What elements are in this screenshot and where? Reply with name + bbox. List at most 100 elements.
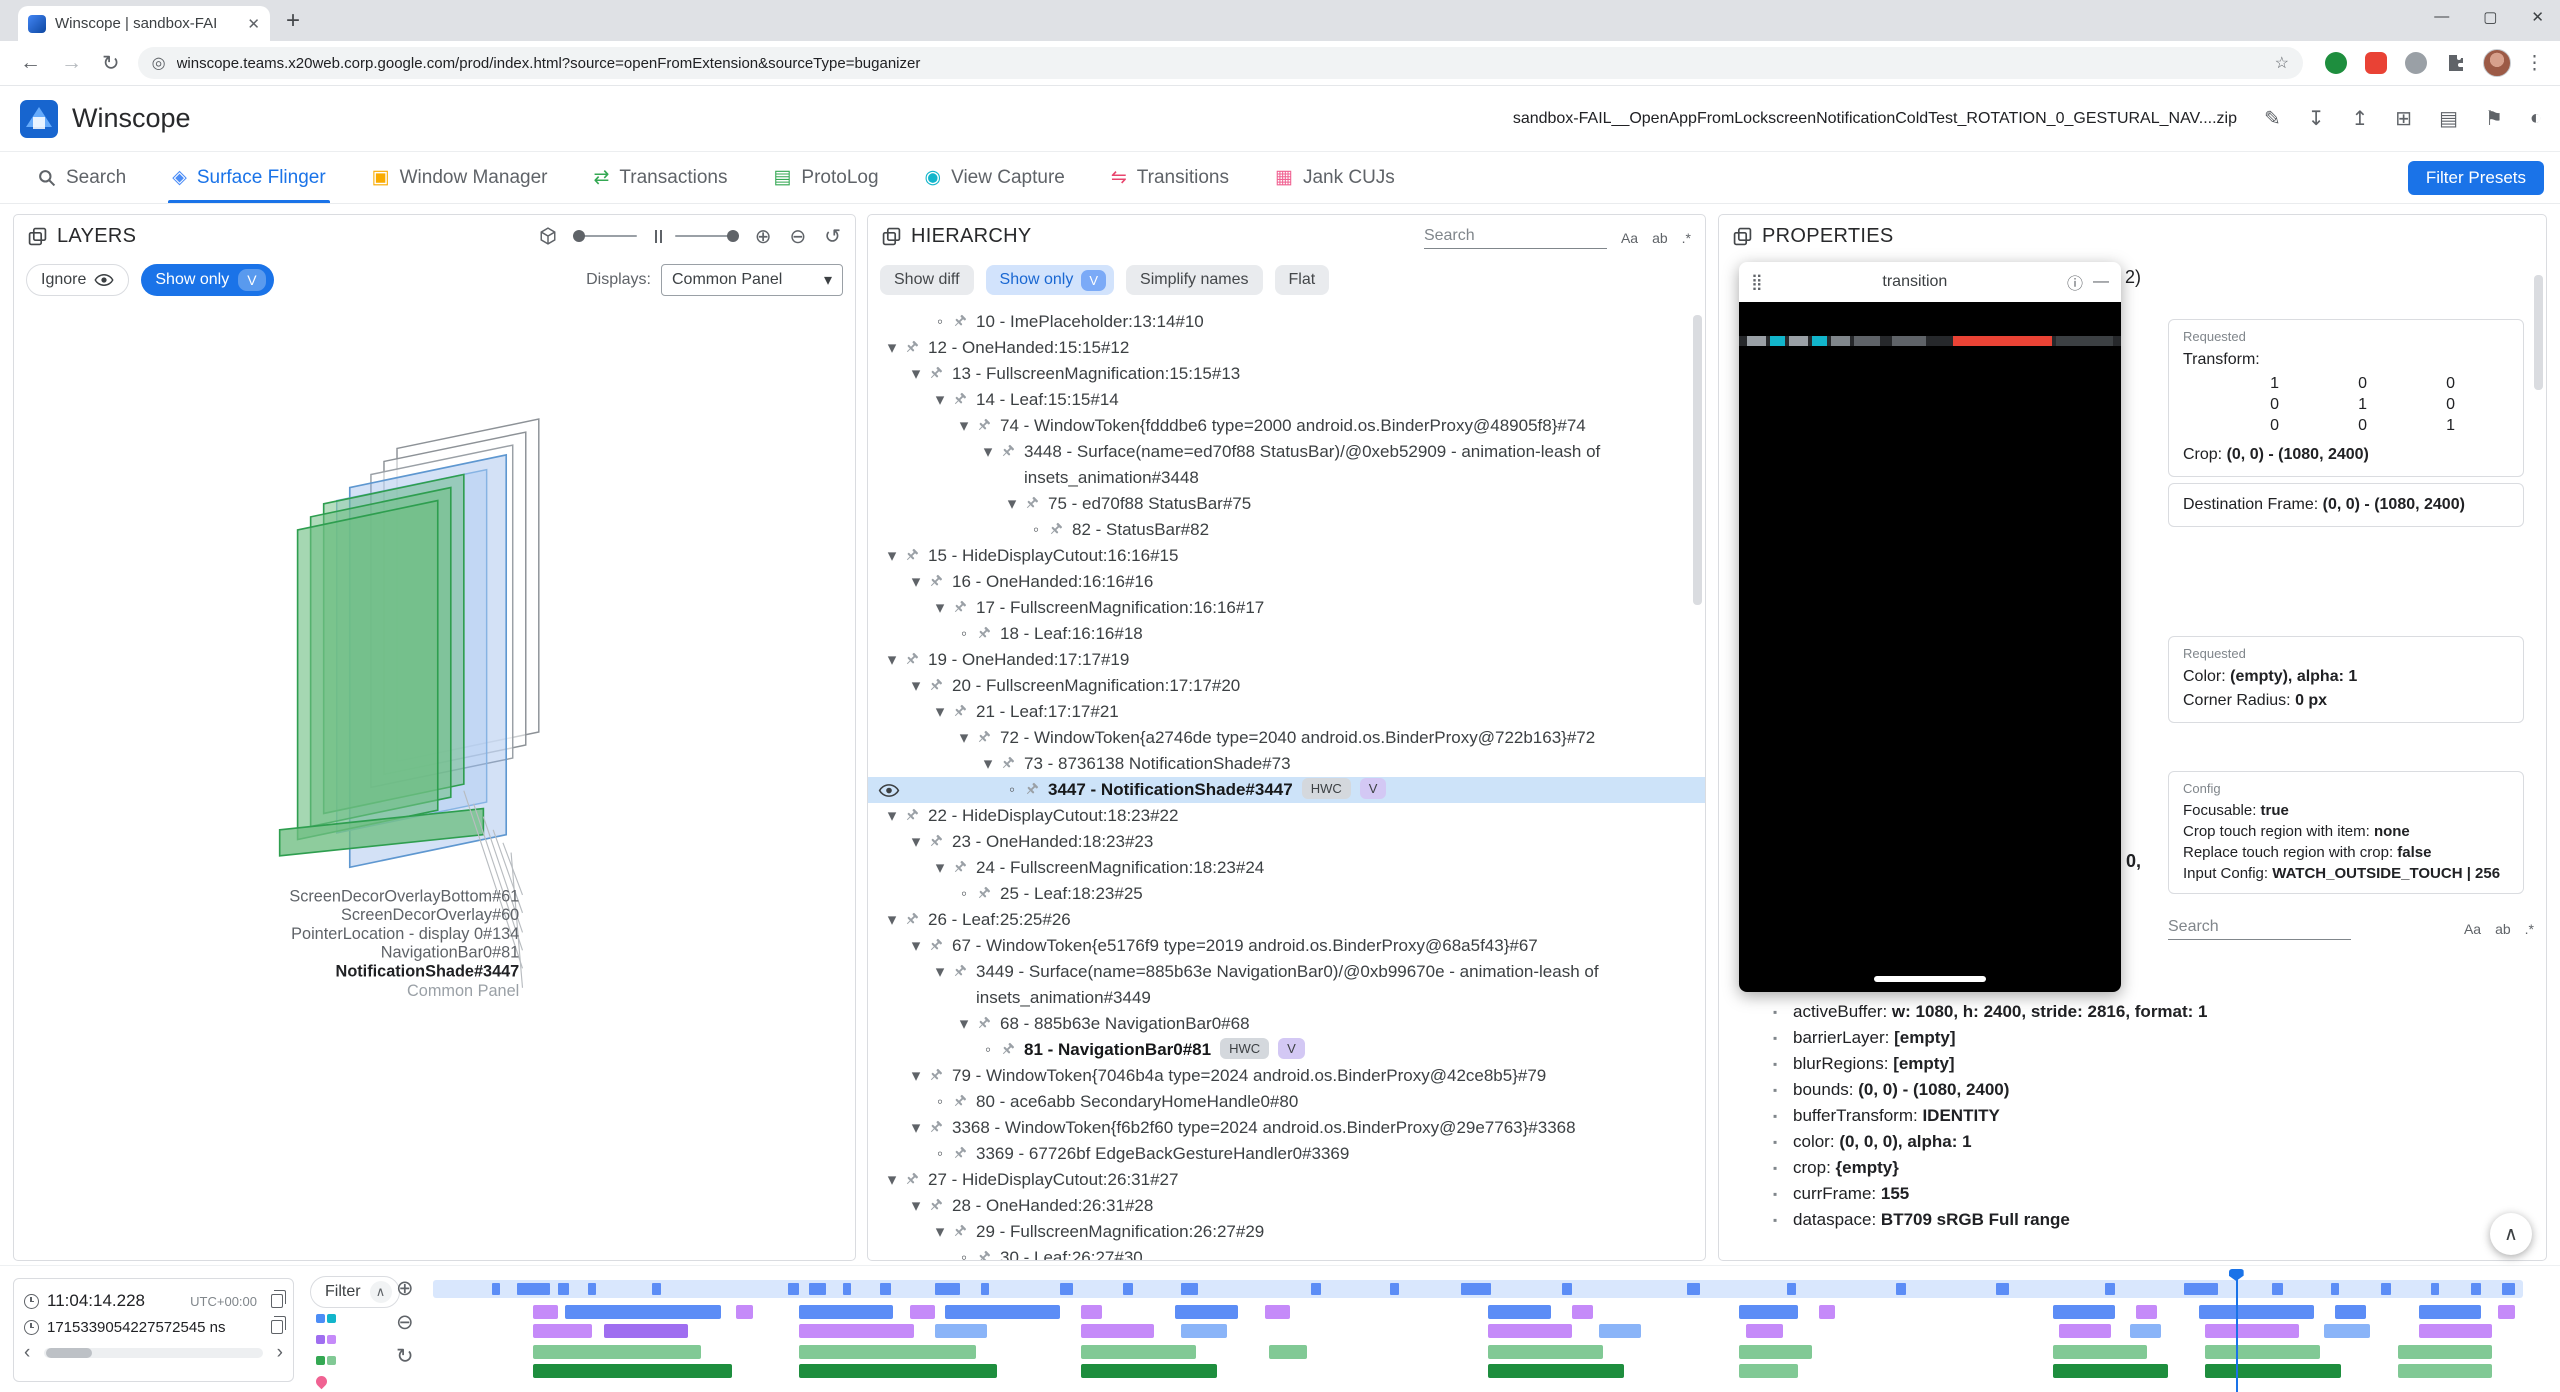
tree-node[interactable]: ▾3368 - WindowToken{f6b2f60 type=2024 an… bbox=[868, 1115, 1705, 1141]
trace-segment[interactable] bbox=[1081, 1345, 1196, 1359]
pin-icon[interactable] bbox=[952, 1224, 967, 1239]
collapse-arrow-icon[interactable]: ▾ bbox=[930, 855, 950, 881]
flat-button[interactable]: Flat bbox=[1275, 265, 1330, 295]
trace-segment[interactable] bbox=[910, 1305, 935, 1319]
match-word-icon[interactable]: ab bbox=[2495, 921, 2511, 940]
zoom-in-icon[interactable]: ⊕ bbox=[755, 224, 772, 249]
trace-segment[interactable] bbox=[1081, 1305, 1102, 1319]
pin-icon[interactable] bbox=[904, 340, 919, 355]
pin-icon[interactable] bbox=[952, 860, 967, 875]
tree-node[interactable]: ◦25 - Leaf:18:23#25 bbox=[868, 881, 1705, 907]
tree-node[interactable]: ◦18 - Leaf:16:16#18 bbox=[868, 621, 1705, 647]
pin-icon[interactable] bbox=[928, 834, 943, 849]
edit-icon[interactable]: ✎ bbox=[2264, 106, 2281, 131]
timeline-track-surface-flinger[interactable] bbox=[433, 1304, 2523, 1320]
collapse-arrow-icon[interactable]: ▾ bbox=[906, 933, 926, 959]
tree-node[interactable]: ▾27 - HideDisplayCutout:26:31#27 bbox=[868, 1167, 1705, 1193]
pin-icon[interactable] bbox=[952, 392, 967, 407]
trace-segment[interactable] bbox=[1599, 1324, 1641, 1338]
tree-node[interactable]: ▾67 - WindowToken{e5176f9 type=2019 andr… bbox=[868, 933, 1705, 959]
pin-icon[interactable] bbox=[928, 1198, 943, 1213]
hierarchy-search-input[interactable] bbox=[1424, 224, 1607, 249]
trace-segment[interactable] bbox=[1175, 1305, 1238, 1319]
window-close-icon[interactable]: ✕ bbox=[2531, 8, 2544, 26]
pin-icon[interactable] bbox=[928, 678, 943, 693]
pin-icon[interactable] bbox=[976, 886, 991, 901]
property-row[interactable]: ▪color: (0, 0, 0), alpha: 1 bbox=[1719, 1129, 2546, 1155]
scroll-to-top-button[interactable]: ∧ bbox=[2490, 1213, 2532, 1255]
match-case-icon[interactable]: Aa bbox=[1621, 230, 1638, 249]
tree-node[interactable]: ▾21 - Leaf:17:17#21 bbox=[868, 699, 1705, 725]
collapse-arrow-icon[interactable]: ▾ bbox=[906, 569, 926, 595]
copy-time-icon[interactable] bbox=[271, 1294, 283, 1308]
tree-node[interactable]: ▾15 - HideDisplayCutout:16:16#15 bbox=[868, 543, 1705, 569]
trace-segment[interactable] bbox=[945, 1305, 1060, 1319]
window-minimize-icon[interactable]: — bbox=[2434, 8, 2449, 26]
extensions-puzzle-icon[interactable] bbox=[2445, 53, 2465, 73]
pin-icon[interactable] bbox=[928, 366, 943, 381]
show-only-visible-toggle[interactable]: Show only V bbox=[141, 264, 273, 296]
pin-icon[interactable] bbox=[952, 1094, 967, 1109]
report-bug-icon[interactable]: ⚑ bbox=[2485, 106, 2503, 131]
tree-node[interactable]: ▾3449 - Surface(name=885b63e NavigationB… bbox=[868, 959, 1705, 1011]
trace-segment[interactable] bbox=[2053, 1364, 2168, 1378]
collapse-arrow-icon[interactable]: ▾ bbox=[906, 673, 926, 699]
trace-segment[interactable] bbox=[2136, 1305, 2157, 1319]
shortcuts-icon[interactable]: ⊞ bbox=[2395, 106, 2412, 131]
regex-icon[interactable]: .* bbox=[2525, 921, 2534, 940]
tree-node[interactable]: ◦80 - ace6abb SecondaryHomeHandle0#80 bbox=[868, 1089, 1705, 1115]
tree-node[interactable]: ▾16 - OneHanded:16:16#16 bbox=[868, 569, 1705, 595]
mini-scrollbar-thumb[interactable] bbox=[46, 1348, 92, 1358]
pin-icon[interactable] bbox=[1024, 782, 1039, 797]
tree-node[interactable]: ▾74 - WindowToken{fdddbe6 type=2000 andr… bbox=[868, 413, 1705, 439]
pin-icon[interactable] bbox=[952, 704, 967, 719]
pin-icon[interactable] bbox=[1000, 444, 1015, 459]
property-row[interactable]: ▪crop: {empty} bbox=[1719, 1155, 2546, 1181]
timeline-filter-button[interactable]: Filter ∧ bbox=[310, 1276, 400, 1308]
collapse-arrow-icon[interactable]: ▾ bbox=[954, 413, 974, 439]
collapse-arrow-icon[interactable]: ▾ bbox=[978, 751, 998, 777]
tree-node[interactable]: ◦3369 - 67726bf EdgeBackGestureHandler0#… bbox=[868, 1141, 1705, 1167]
download-icon[interactable]: ↧ bbox=[2308, 106, 2325, 131]
pin-icon[interactable] bbox=[976, 418, 991, 433]
visibility-eye-icon[interactable] bbox=[878, 783, 900, 798]
new-tab-button[interactable]: + bbox=[286, 7, 300, 35]
minimize-window-icon[interactable]: — bbox=[2093, 273, 2109, 291]
pin-icon[interactable] bbox=[952, 314, 967, 329]
collapse-arrow-icon[interactable]: ▾ bbox=[882, 803, 902, 829]
collapse-arrow-icon[interactable]: ▾ bbox=[930, 959, 950, 985]
trace-segment[interactable] bbox=[1739, 1364, 1798, 1378]
pin-icon[interactable] bbox=[904, 912, 919, 927]
site-info-icon[interactable]: ◎ bbox=[152, 53, 166, 73]
pin-icon[interactable] bbox=[904, 808, 919, 823]
timeline-zoom-in-icon[interactable]: ⊕ bbox=[396, 1278, 414, 1299]
tree-node[interactable]: ▾20 - FullscreenMagnification:17:17#20 bbox=[868, 673, 1705, 699]
tree-node[interactable]: ▾72 - WindowToken{a2746de type=2040 andr… bbox=[868, 725, 1705, 751]
trace-segment[interactable] bbox=[2053, 1345, 2147, 1359]
pin-icon[interactable] bbox=[904, 652, 919, 667]
trace-segment[interactable] bbox=[1488, 1305, 1551, 1319]
property-row[interactable]: ▪dataspace: BT709 sRGB Full range bbox=[1719, 1207, 2546, 1233]
trace-segment[interactable] bbox=[799, 1345, 977, 1359]
tree-node[interactable]: ▾28 - OneHanded:26:31#28 bbox=[868, 1193, 1705, 1219]
property-row[interactable]: ▪blurRegions: [empty] bbox=[1719, 1051, 2546, 1077]
tab-window-manager[interactable]: ▣Window Manager bbox=[372, 152, 548, 203]
pin-icon[interactable] bbox=[928, 1068, 943, 1083]
tree-node[interactable]: ▾29 - FullscreenMagnification:26:27#29 bbox=[868, 1219, 1705, 1245]
trace-segment[interactable] bbox=[799, 1364, 998, 1378]
pin-icon[interactable] bbox=[1048, 522, 1063, 537]
property-row[interactable]: ▪barrierLayer: [empty] bbox=[1719, 1025, 2546, 1051]
trace-segment[interactable] bbox=[2335, 1305, 2366, 1319]
trace-segment[interactable] bbox=[1265, 1305, 1290, 1319]
trace-segment[interactable] bbox=[1081, 1324, 1154, 1338]
tab-jank-cujs[interactable]: ▦Jank CUJs bbox=[1275, 152, 1395, 203]
tree-node[interactable]: ▾14 - Leaf:15:15#14 bbox=[868, 387, 1705, 413]
trace-segment[interactable] bbox=[2419, 1324, 2492, 1338]
property-row[interactable]: ▪bounds: (0, 0) - (1080, 2400) bbox=[1719, 1077, 2546, 1103]
tab-search[interactable]: Search bbox=[38, 152, 126, 203]
collapse-arrow-icon[interactable]: ▾ bbox=[882, 647, 902, 673]
timeline-cursor[interactable] bbox=[2236, 1276, 2238, 1392]
tree-node[interactable]: ▾79 - WindowToken{7046b4a type=2024 andr… bbox=[868, 1063, 1705, 1089]
tree-node[interactable]: ▾26 - Leaf:25:25#26 bbox=[868, 907, 1705, 933]
copy-timestamp-icon[interactable] bbox=[271, 1320, 283, 1334]
